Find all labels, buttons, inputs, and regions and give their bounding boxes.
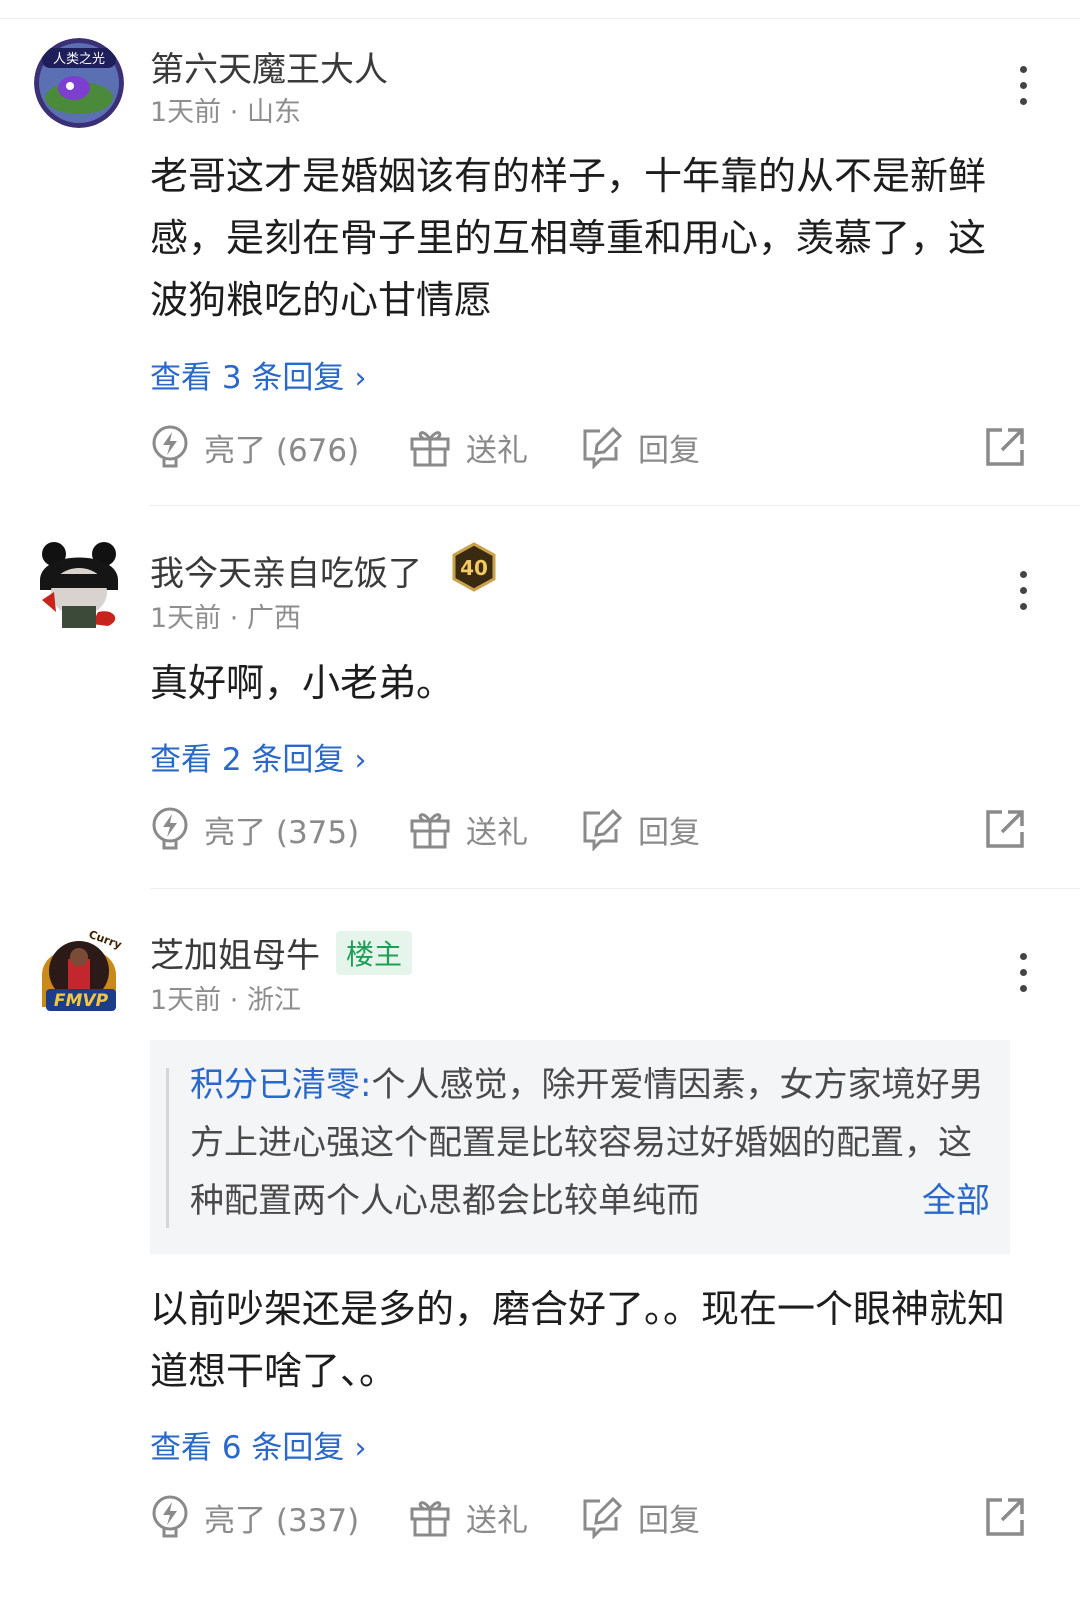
gift-label: 送礼 — [466, 814, 528, 851]
comment-location: 山东 — [246, 97, 301, 128]
like-count-label: 亮了 (676) — [204, 432, 360, 469]
share-icon — [986, 428, 1024, 466]
avatar[interactable]: Curry FMVP — [34, 925, 124, 1015]
comment-time: 1天前 — [150, 97, 222, 128]
action-bar: 亮了 (676) 送礼 回复 — [150, 420, 1030, 474]
reply-button[interactable]: 回复 — [580, 1490, 700, 1544]
comment-text: 老哥这才是婚姻该有的样子，十年靠的从不是新鲜感，是刻在骨子里的互相尊重和用心，羡… — [150, 154, 987, 322]
quote-bar — [166, 1068, 169, 1228]
lightning-icon — [152, 1495, 188, 1538]
quoted-comment[interactable]: 积分已清零:个人感觉，除开爱情因素，女方家境好男方上进心强这个配置是比较容易过好… — [150, 1040, 1010, 1254]
like-count-label: 亮了 (337) — [204, 1502, 360, 1539]
quote-expand-link[interactable]: 全部 — [922, 1172, 990, 1230]
meta-separator: · — [229, 985, 239, 1016]
view-replies-link[interactable]: 查看 2 条回复 › — [150, 734, 366, 779]
share-icon — [986, 1498, 1024, 1536]
avatar-image: 人类之光 — [34, 38, 124, 128]
quote-author[interactable]: 积分已清零: — [190, 1065, 371, 1105]
more-options-icon[interactable] — [1018, 571, 1030, 619]
edit-reply-icon — [583, 426, 623, 469]
top-divider — [0, 18, 1080, 19]
avatar-image — [40, 542, 118, 628]
gift-button[interactable]: 送礼 — [408, 420, 528, 474]
gift-icon — [410, 431, 450, 467]
view-replies-label: 查看 6 条回复 — [150, 1430, 345, 1466]
reply-button[interactable]: 回复 — [580, 420, 700, 474]
reply-label: 回复 — [638, 1502, 700, 1539]
avatar[interactable]: 人类之光 — [34, 38, 124, 128]
action-bar: 亮了 (375) 送礼 回复 — [150, 802, 1030, 856]
lightning-icon — [152, 807, 188, 850]
like-button[interactable]: 亮了 (337) — [150, 1490, 359, 1544]
chevron-right-icon: › — [354, 743, 367, 778]
avatar-text-bottom: FMVP — [54, 991, 109, 1011]
comment-time: 1天前 — [150, 985, 222, 1016]
share-button[interactable] — [980, 1490, 1030, 1544]
gift-label: 送礼 — [466, 432, 528, 469]
level-badge: 40 — [451, 542, 497, 596]
lightning-icon — [152, 425, 188, 468]
share-button[interactable] — [980, 420, 1030, 474]
view-replies-link[interactable]: 查看 6 条回复 › — [150, 1422, 366, 1467]
comment-location: 浙江 — [246, 985, 301, 1016]
action-bar: 亮了 (337) 送礼 回复 — [150, 1490, 1030, 1544]
avatar[interactable] — [34, 540, 124, 630]
share-button[interactable] — [980, 802, 1030, 856]
comment-meta: 1天前 · 浙江 — [150, 978, 301, 1017]
comment-divider — [150, 505, 1080, 506]
username[interactable]: 第六天魔王大人 — [150, 42, 388, 91]
comment-text: 真好啊，小老弟。 — [150, 661, 455, 705]
like-button[interactable]: 亮了 (375) — [150, 802, 359, 856]
more-options-icon[interactable] — [1018, 953, 1030, 1001]
chevron-right-icon: › — [354, 1431, 367, 1466]
meta-separator: · — [229, 97, 239, 128]
chevron-right-icon: › — [354, 361, 367, 396]
comment-meta: 1天前 · 山东 — [150, 90, 301, 129]
reply-label: 回复 — [638, 814, 700, 851]
avatar-text: 人类之光 — [53, 52, 105, 67]
comment-location: 广西 — [246, 603, 301, 634]
comment-meta: 1天前 · 广西 — [150, 596, 301, 635]
username[interactable]: 芝加姐母牛 — [150, 928, 320, 977]
view-replies-label: 查看 2 条回复 — [150, 742, 345, 778]
username[interactable]: 我今天亲自吃饭了 — [150, 546, 422, 595]
meta-separator: · — [229, 603, 239, 634]
gift-label: 送礼 — [466, 1502, 528, 1539]
reply-label: 回复 — [638, 432, 700, 469]
share-icon — [986, 810, 1024, 848]
edit-reply-icon — [583, 1496, 623, 1539]
view-replies-link[interactable]: 查看 3 条回复 › — [150, 352, 366, 397]
gift-button[interactable]: 送礼 — [408, 802, 528, 856]
avatar-image: Curry FMVP — [42, 928, 123, 1011]
gift-icon — [410, 813, 450, 849]
gift-button[interactable]: 送礼 — [408, 1490, 528, 1544]
quote-fade — [790, 1172, 890, 1230]
level-value: 40 — [460, 556, 488, 580]
gift-icon — [410, 1501, 450, 1537]
comment-time: 1天前 — [150, 603, 222, 634]
like-button[interactable]: 亮了 (676) — [150, 420, 359, 474]
comment-divider — [150, 888, 1080, 889]
reply-button[interactable]: 回复 — [580, 802, 700, 856]
more-options-icon[interactable] — [1018, 66, 1030, 114]
edit-reply-icon — [583, 808, 623, 851]
comment-text: 以前吵架还是多的，磨合好了。。现在一个眼神就知道想干啥了、。 — [150, 1287, 1006, 1393]
like-count-label: 亮了 (375) — [204, 814, 360, 851]
owner-badge: 楼主 — [336, 931, 413, 975]
view-replies-label: 查看 3 条回复 — [150, 360, 345, 396]
